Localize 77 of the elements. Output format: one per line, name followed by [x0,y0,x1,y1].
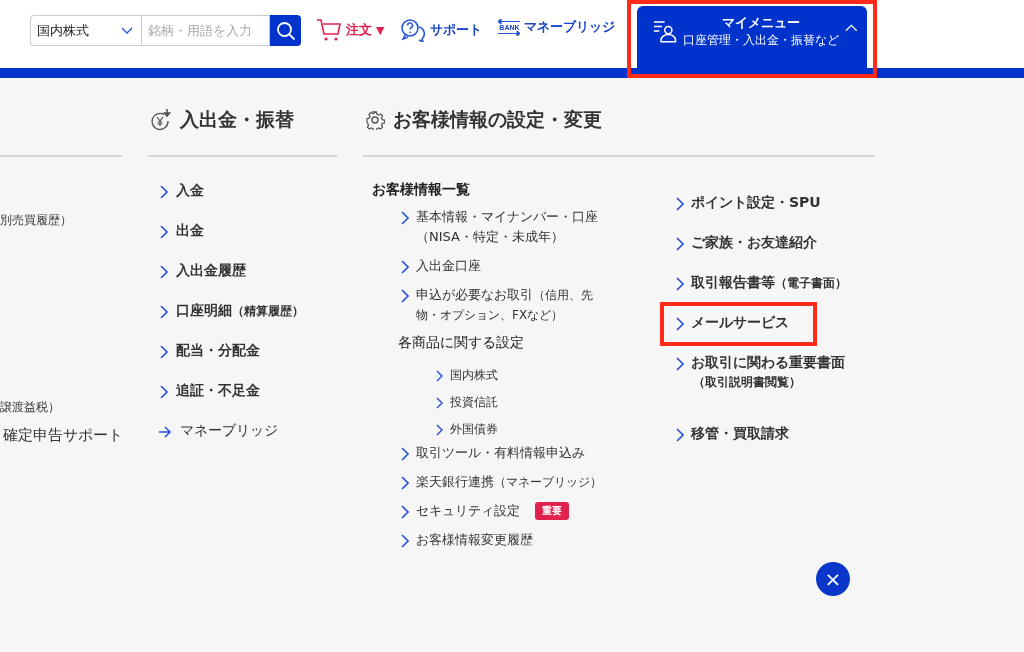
chevron-right-icon [436,423,443,436]
my-menu-button[interactable]: マイメニュー 口座管理・入出金・振替など [637,6,868,68]
menu-link[interactable]: 外国債券 [450,421,498,438]
menu-note: 譲渡益税） [0,399,61,416]
list-user-icon [653,18,677,44]
chevron-right-icon [401,505,409,519]
important-badge: 重要 [535,502,569,520]
chevron-right-icon [401,534,409,548]
search-icon [275,20,296,41]
menu-link[interactable]: 配当・分配金 [176,342,260,360]
menu-link[interactable]: 申込が必要なお取引（信用、先物・オプション、FXなど） [416,285,602,325]
yen-coin-download-icon [150,108,172,131]
chevron-right-icon [160,185,168,199]
menu-link[interactable]: 追証・不足金 [176,382,260,400]
search-field[interactable]: 銘柄・用語を入力 [141,15,270,46]
chevron-down-icon [121,26,133,35]
chevron-right-icon [160,225,168,239]
chevron-right-icon [160,385,168,399]
search-button[interactable] [270,15,301,46]
menu-link[interactable]: マネーブリッジ [180,422,278,440]
menu-link[interactable]: 確定申告サポート [0,426,122,445]
chevron-right-icon [401,447,409,461]
menu-link[interactable]: お客様情報変更履歴 [416,530,533,550]
order-label: 注文 [346,21,372,39]
menu-note: 別売買履歴） [0,212,73,229]
menu-link[interactable]: ポイント設定・SPU [691,194,821,212]
chevron-up-icon [844,24,858,32]
chevron-right-icon [676,237,684,251]
support-label: サポート [430,21,483,39]
money-bridge-label: マネーブリッジ [524,18,616,36]
close-button[interactable]: × [816,562,850,596]
my-menu-title: マイメニュー [721,14,800,32]
support-link[interactable]: サポート [400,18,483,42]
menu-link[interactable]: 出金 [176,222,204,240]
menu-link[interactable]: 基本情報・マイナンバー・口座（NISA・特定・未成年） [416,207,602,247]
chevron-right-icon [160,305,168,319]
menu-link[interactable]: 国内株式 [450,367,498,384]
section-heading: 入出金・振替 [180,106,294,132]
caret-icon: ▼ [376,23,385,37]
chevron-right-icon [401,211,409,225]
chevron-right-icon [160,345,168,359]
left-arrow-icon [498,18,521,24]
chevron-right-icon [676,197,684,211]
speech-bubble-icon [400,18,427,42]
group-heading: 各商品に関する設定 [397,334,525,352]
list-heading: お客様情報一覧 [372,181,471,199]
arrow-right-icon [158,426,172,438]
menu-link[interactable]: 口座明細（精算履歴） [176,302,304,320]
menu-note: （取引説明書閲覧） [693,374,802,391]
section-heading: お客様情報の設定・変更 [393,106,602,132]
gear-icon [365,109,385,130]
cart-icon [316,18,342,42]
chevron-right-icon [436,396,443,409]
chevron-right-icon [676,357,684,371]
chevron-right-icon [401,289,409,303]
menu-link[interactable]: メールサービス [691,314,789,332]
menu-link[interactable]: 楽天銀行連携（マネーブリッジ） [416,472,602,492]
chevron-right-icon [160,265,168,279]
chevron-right-icon [676,277,684,291]
my-menu-subtitle: 口座管理・入出金・振替など [682,32,839,49]
menu-link[interactable]: 移管・買取請求 [691,425,789,443]
chevron-right-icon [401,260,409,274]
chevron-right-icon [436,369,443,382]
order-link[interactable]: 注文 ▼ [316,18,385,42]
menu-link[interactable]: 取引報告書等（電子書面） [691,274,847,292]
menu-link[interactable]: 取引ツール・有料情報申込み [416,443,585,463]
menu-link[interactable]: 入金 [176,182,204,200]
menu-link[interactable]: 入出金口座 [416,256,481,276]
menu-link[interactable]: 入出金履歴 [176,262,246,280]
menu-link[interactable]: ご家族・お友達紹介 [691,234,817,252]
right-arrow-icon [498,30,521,36]
chevron-right-icon [676,317,684,331]
menu-link[interactable]: セキュリティ設定 [416,501,520,521]
menu-link[interactable]: お取引に関わる重要書面 [691,354,845,372]
menu-link[interactable]: 投資信託 [450,394,498,411]
chevron-right-icon [676,428,684,442]
chevron-right-icon [401,476,409,490]
